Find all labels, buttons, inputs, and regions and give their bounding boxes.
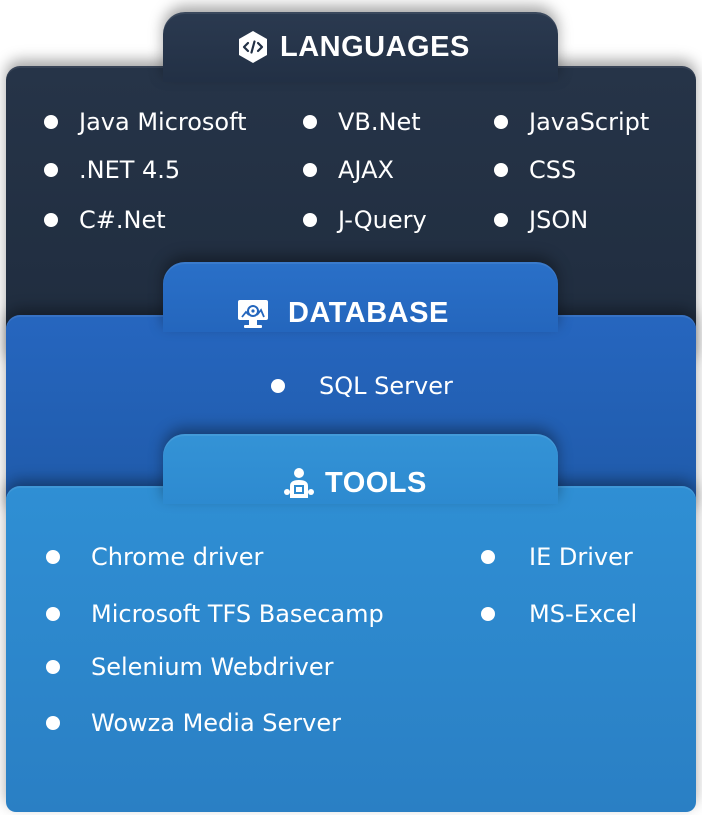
- code-icon: [236, 30, 270, 64]
- bullet: [46, 660, 60, 674]
- bullet: [494, 115, 508, 129]
- language-item: CSS: [494, 156, 576, 184]
- tools-title: TOOLS: [325, 466, 427, 499]
- bullet: [494, 163, 508, 177]
- languages-heading: LANGUAGES: [236, 30, 470, 64]
- bullet: [46, 550, 60, 564]
- database-monitor-icon: [236, 298, 270, 330]
- languages-title: LANGUAGES: [280, 30, 470, 63]
- tools-panel: [6, 486, 696, 812]
- language-item: C#.Net: [44, 206, 166, 234]
- tool-item: Chrome driver: [46, 543, 263, 571]
- tool-item: Microsoft TFS Basecamp: [46, 600, 384, 628]
- bullet: [303, 115, 317, 129]
- tool-item: MS-Excel: [481, 600, 637, 628]
- tool-item: IE Driver: [481, 543, 633, 571]
- database-title: DATABASE: [288, 297, 449, 329]
- bullet: [46, 607, 60, 621]
- language-item: J-Query: [303, 206, 427, 234]
- tool-item: Selenium Webdriver: [46, 653, 333, 681]
- bullet: [44, 213, 58, 227]
- bullet: [44, 115, 58, 129]
- bullet: [303, 163, 317, 177]
- database-heading: DATABASE: [236, 297, 449, 330]
- bullet: [44, 163, 58, 177]
- bullet: [481, 607, 495, 621]
- bullet: [494, 213, 508, 227]
- bullet: [46, 716, 60, 730]
- tools-heading: TOOLS: [283, 466, 427, 500]
- language-item: Java Microsoft: [44, 108, 247, 136]
- tool-item: Wowza Media Server: [46, 709, 341, 737]
- language-item: VB.Net: [303, 108, 421, 136]
- language-item: JavaScript: [494, 108, 649, 136]
- language-item: AJAX: [303, 156, 394, 184]
- database-item: SQL Server: [271, 372, 453, 400]
- bullet: [481, 550, 495, 564]
- language-item: .NET 4.5: [44, 156, 180, 184]
- bullet: [303, 213, 317, 227]
- tools-person-icon: [283, 466, 315, 500]
- language-item: JSON: [494, 206, 588, 234]
- bullet: [271, 379, 285, 393]
